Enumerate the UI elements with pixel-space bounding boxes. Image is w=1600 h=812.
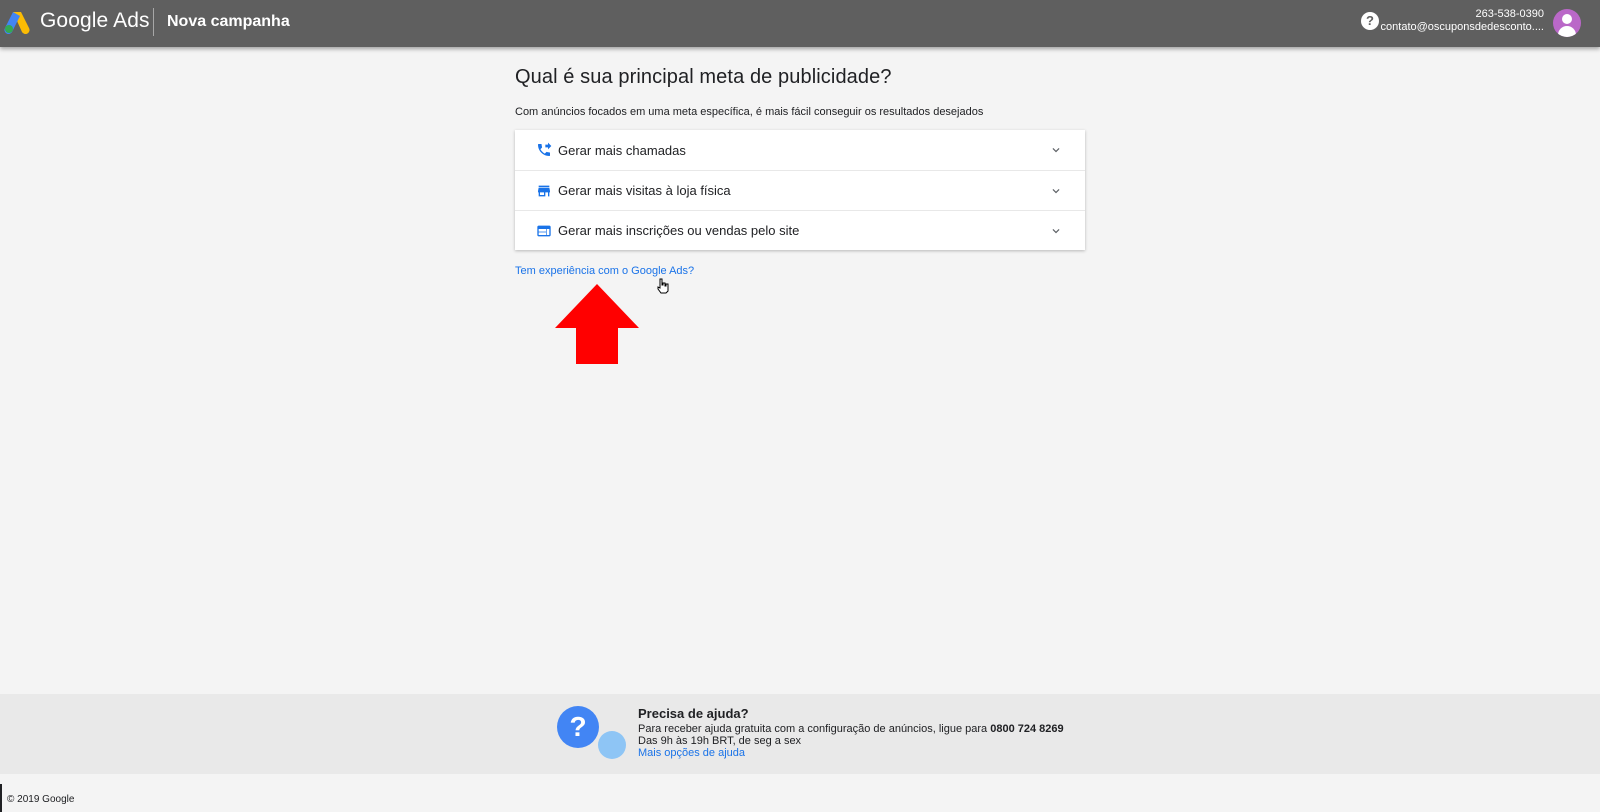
google-ads-logo-icon[interactable] xyxy=(4,10,30,34)
help-icon[interactable]: ? xyxy=(1361,12,1379,30)
goal-option-store-visits[interactable]: Gerar mais visitas à loja física xyxy=(515,170,1085,210)
goal-list: Gerar mais chamadas Gerar mais visitas à… xyxy=(515,130,1085,250)
hand-cursor-icon xyxy=(657,278,669,294)
avatar[interactable] xyxy=(1553,9,1581,37)
account-id: 263-538-0390 xyxy=(1475,8,1544,20)
experienced-user-link[interactable]: Tem experiência com o Google Ads? xyxy=(515,265,694,277)
chevron-down-icon[interactable] xyxy=(1049,224,1063,238)
avatar-head xyxy=(1562,14,1572,24)
avatar-body xyxy=(1558,26,1576,37)
help-line-1-prefix: Para receber ajuda gratuita com a config… xyxy=(638,723,991,735)
red-arrow-annotation-icon xyxy=(555,284,639,364)
left-edge-marker xyxy=(0,784,2,812)
goal-option-calls[interactable]: Gerar mais chamadas xyxy=(515,130,1085,170)
help-title: Precisa de ajuda? xyxy=(638,706,749,721)
phone-forward-icon xyxy=(538,142,552,156)
account-info[interactable]: 263-538-0390 contato@oscuponsdedesconto.… xyxy=(1381,8,1544,34)
copyright: © 2019 Google xyxy=(7,794,75,805)
more-help-link[interactable]: Mais opções de ajuda xyxy=(638,747,1064,759)
page-title: Qual é sua principal meta de publicidade… xyxy=(515,66,892,88)
page-subtitle: Com anúncios focados em uma meta específ… xyxy=(515,106,984,118)
account-email: contato@oscuponsdedesconto.... xyxy=(1380,21,1544,33)
goal-selection-section: Qual é sua principal meta de publicidade… xyxy=(515,66,1085,279)
goal-label: Gerar mais visitas à loja física xyxy=(558,183,731,198)
brand-name[interactable]: Google Ads xyxy=(40,9,150,33)
store-icon xyxy=(538,185,550,197)
chevron-down-icon[interactable] xyxy=(1049,143,1063,157)
top-app-bar: Google Ads Nova campanha ? 263-538-0390 … xyxy=(0,0,1600,47)
header-divider xyxy=(153,8,154,36)
goal-label: Gerar mais chamadas xyxy=(558,142,686,158)
help-banner: ? Precisa de ajuda? Para receber ajuda g… xyxy=(0,694,1600,774)
help-line-2: Das 9h às 19h BRT, de seg a sex xyxy=(638,735,802,747)
question-bubble-icon: ? xyxy=(557,706,599,748)
help-text: Precisa de ajuda? Para receber ajuda gra… xyxy=(638,706,1064,759)
chevron-down-icon[interactable] xyxy=(1049,184,1063,198)
goal-option-website-sales[interactable]: Gerar mais inscrições ou vendas pelo sit… xyxy=(515,210,1085,250)
web-icon xyxy=(537,225,551,237)
help-phone: 0800 724 8269 xyxy=(990,723,1064,735)
goal-label: Gerar mais inscrições ou vendas pelo sit… xyxy=(558,223,800,238)
chat-bubble-icon xyxy=(598,731,626,759)
campaign-title: Nova campanha xyxy=(167,13,290,30)
help-line-1: Para receber ajuda gratuita com a config… xyxy=(638,723,1064,735)
